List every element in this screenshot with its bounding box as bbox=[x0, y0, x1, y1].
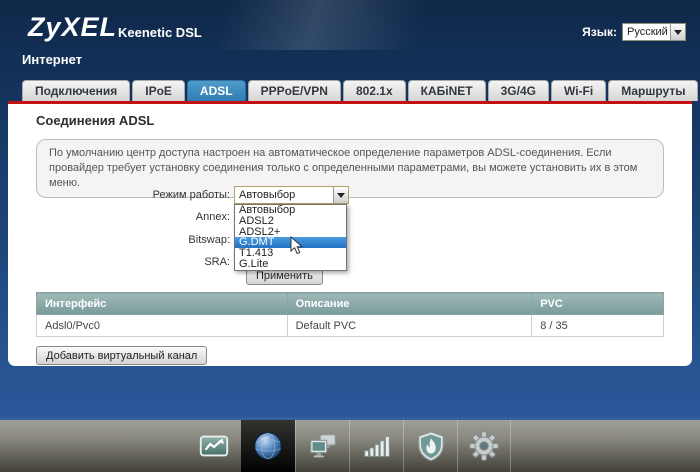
mode-select-value: Автовыбор bbox=[239, 189, 296, 201]
dock-item-internet-globe[interactable] bbox=[241, 420, 295, 472]
tab-8021x[interactable]: 802.1x bbox=[342, 80, 406, 101]
signal-level-icon bbox=[363, 436, 390, 457]
col-description: Описание bbox=[286, 292, 533, 315]
mode-label: Режим работы: bbox=[152, 189, 230, 201]
tab-adsl[interactable]: ADSL bbox=[186, 80, 246, 101]
pvc-table: Интерфейс Описание PVC Adsl0/Pvc0 Defaul… bbox=[36, 292, 664, 337]
page-title: Соединения ADSL bbox=[36, 113, 155, 128]
dock-item-settings-gear[interactable] bbox=[457, 420, 511, 472]
dock-item-system-monitor[interactable] bbox=[187, 420, 241, 472]
dock-item-home-network[interactable] bbox=[295, 420, 349, 472]
sra-label: SRA: bbox=[204, 256, 230, 268]
add-virtual-channel-button[interactable]: Добавить виртуальный канал bbox=[36, 346, 208, 365]
language-select-value: Русский bbox=[627, 26, 668, 38]
tab-ipoe[interactable]: IPoE bbox=[132, 80, 185, 101]
product-name: Keenetic DSL bbox=[118, 25, 202, 40]
router-admin-screen: ZyXEL Keenetic DSL Язык: Русский Интерне… bbox=[0, 0, 700, 472]
col-pvc: PVC bbox=[531, 292, 664, 315]
tab-kabinet[interactable]: КАБiNET bbox=[407, 80, 486, 101]
bottom-dock bbox=[0, 420, 700, 472]
mouse-cursor-icon bbox=[290, 236, 303, 255]
section-title: Интернет bbox=[22, 52, 83, 67]
dock-item-security-shield[interactable] bbox=[403, 420, 457, 472]
cell-interface: Adsl0/Pvc0 bbox=[36, 314, 288, 337]
chevron-down-icon[interactable] bbox=[670, 24, 685, 40]
brand-logo: ZyXEL bbox=[28, 12, 118, 42]
language-selector: Язык: Русский bbox=[582, 23, 686, 41]
cell-description: Default PVC bbox=[286, 314, 533, 337]
internet-globe-icon bbox=[254, 432, 282, 460]
dropdown-option-glite[interactable]: G.Lite bbox=[235, 259, 346, 270]
system-monitor-icon bbox=[199, 435, 229, 457]
tab-routes[interactable]: Маршруты bbox=[608, 80, 699, 101]
chevron-down-icon[interactable] bbox=[333, 187, 348, 203]
annex-label: Annex: bbox=[195, 211, 230, 223]
language-label: Язык: bbox=[582, 25, 617, 39]
tab-bar: Подключения IPoE ADSL PPPoE/VPN 802.1x К… bbox=[22, 80, 700, 101]
tab-3g4g[interactable]: 3G/4G bbox=[487, 80, 549, 101]
mode-select[interactable]: Автовыбор bbox=[234, 186, 349, 204]
bitswap-label: Bitswap: bbox=[188, 234, 230, 246]
home-network-icon bbox=[309, 434, 336, 458]
content-panel: Соединения ADSL По умолчанию центр досту… bbox=[8, 104, 692, 366]
dropdown-option-autoselect[interactable]: Автовыбор bbox=[235, 205, 346, 216]
settings-gear-icon bbox=[469, 431, 499, 461]
mode-dropdown-list: Автовыбор ADSL2 ADSL2+ G.DMT T1.413 G.Li… bbox=[234, 204, 347, 271]
col-interface: Интерфейс bbox=[36, 292, 288, 315]
tab-connections[interactable]: Подключения bbox=[22, 80, 131, 101]
tab-pppoe-vpn[interactable]: PPPoE/VPN bbox=[247, 80, 341, 101]
cell-pvc: 8 / 35 bbox=[531, 314, 664, 337]
table-row[interactable]: Adsl0/Pvc0 Default PVC 8 / 35 bbox=[36, 314, 664, 337]
dropdown-option-adsl2[interactable]: ADSL2 bbox=[235, 216, 346, 227]
table-header-row: Интерфейс Описание PVC bbox=[36, 292, 664, 315]
language-select[interactable]: Русский bbox=[622, 23, 686, 41]
security-shield-icon bbox=[417, 431, 444, 462]
dock-item-signal-level[interactable] bbox=[349, 420, 403, 472]
tab-wifi[interactable]: Wi-Fi bbox=[550, 80, 607, 101]
